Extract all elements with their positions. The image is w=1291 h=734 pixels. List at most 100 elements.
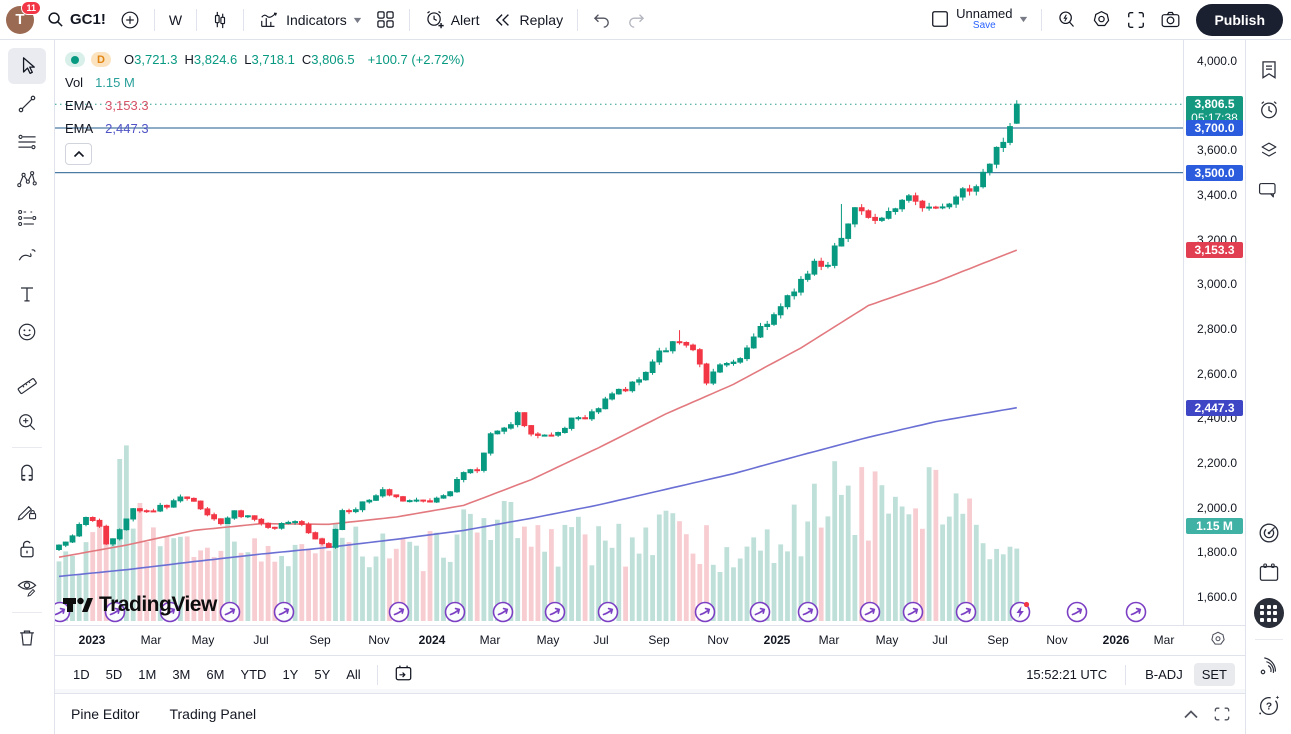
range-button-1d[interactable]: 1D [65, 662, 98, 687]
symbol-search-button[interactable]: GC1! [40, 6, 113, 33]
layout-select-button[interactable]: Unnamed Save ▼ [923, 2, 1034, 36]
symbol-name: GC1! [70, 11, 106, 28]
candle-body [650, 362, 655, 373]
news-feed-button[interactable] [1251, 648, 1287, 684]
cursor-tool-button[interactable] [8, 48, 46, 84]
rollover-marker[interactable] [494, 603, 513, 622]
hline-badge-3500[interactable]: 3,500.0 [1186, 165, 1243, 181]
ema-slow-badge[interactable]: 2,447.3 [1186, 400, 1243, 416]
apps-grid-button[interactable] [1251, 595, 1287, 631]
user-avatar[interactable]: T 11 [6, 6, 34, 34]
rollover-marker[interactable] [106, 603, 125, 622]
alert-button[interactable]: Alert [417, 4, 487, 35]
chat-button[interactable] [1251, 172, 1287, 208]
rollover-marker[interactable] [221, 603, 240, 622]
fullscreen-button[interactable] [1119, 5, 1153, 35]
rollover-event-marker[interactable] [1011, 602, 1030, 622]
brush-tool-button[interactable] [8, 238, 46, 274]
rollover-marker[interactable] [390, 603, 409, 622]
indicator-templates-button[interactable] [369, 5, 402, 34]
legend-collapse-button[interactable] [65, 143, 92, 165]
volume-badge[interactable]: 1.15 M [1186, 518, 1243, 534]
range-button-3m[interactable]: 3M [164, 662, 198, 687]
rollover-marker[interactable] [904, 603, 923, 622]
watchlist-button[interactable] [1251, 52, 1287, 88]
panel-expand-chevron-icon[interactable] [1183, 709, 1199, 719]
legend-main-row[interactable]: D O3,721.3H3,824.6L3,718.1C3,806.5 +100.… [65, 48, 465, 71]
trend-line-tool-button[interactable] [8, 86, 46, 122]
rollover-marker[interactable] [55, 603, 70, 622]
rollover-marker[interactable] [446, 603, 465, 622]
fib-retracement-tool-button[interactable] [8, 124, 46, 160]
rollover-marker[interactable] [275, 603, 294, 622]
help-button[interactable]: ? [1251, 688, 1287, 724]
legend-volume-row[interactable]: Vol 1.15 M [65, 71, 465, 94]
hide-drawings-button[interactable] [8, 569, 46, 605]
tab-pine-editor[interactable]: Pine Editor [69, 700, 141, 728]
legend-ema-slow-row[interactable]: EMA 2,447.3 [65, 117, 465, 140]
rollover-marker[interactable] [861, 603, 880, 622]
go-to-date-button[interactable] [386, 659, 421, 690]
candle-body [394, 495, 399, 497]
range-button-1m[interactable]: 1M [130, 662, 164, 687]
undo-button[interactable] [585, 7, 619, 33]
quick-search-button[interactable] [1049, 4, 1084, 35]
magnet-mode-button[interactable] [8, 455, 46, 491]
range-button-6m[interactable]: 6M [198, 662, 232, 687]
range-button-ytd[interactable]: YTD [232, 662, 274, 687]
rollover-marker[interactable] [161, 603, 180, 622]
range-button-5y[interactable]: 5Y [306, 662, 338, 687]
tab-trading-panel[interactable]: Trading Panel [167, 700, 258, 728]
remove-drawings-button[interactable] [8, 620, 46, 656]
indicators-button[interactable]: Indicators ▼ [251, 5, 369, 35]
compare-add-symbol-button[interactable] [113, 5, 147, 35]
zoom-in-tool-button[interactable] [8, 404, 46, 440]
calendar-button[interactable] [1251, 555, 1287, 591]
settings-button[interactable] [1084, 4, 1119, 35]
pattern-tool-button[interactable] [8, 162, 46, 198]
session-settlement-button[interactable]: SET [1194, 663, 1235, 686]
text-tool-button[interactable] [8, 276, 46, 312]
clock-utc[interactable]: 15:52:21 UTC [1020, 663, 1113, 686]
chart-plot-area[interactable]: D O3,721.3H3,824.6L3,718.1C3,806.5 +100.… [55, 40, 1183, 625]
time-axis[interactable]: 2023MarMayJulSepNov2024MarMayJulSepNov20… [55, 625, 1245, 655]
range-button-all[interactable]: All [338, 662, 368, 687]
rollover-marker[interactable] [546, 603, 565, 622]
axis-settings-gear-icon[interactable] [1209, 630, 1227, 651]
lock-drawings-button[interactable] [8, 531, 46, 567]
snapshot-button[interactable] [1153, 5, 1188, 34]
rollover-marker[interactable] [696, 603, 715, 622]
hline-badge-3700[interactable]: 3,700.0 [1186, 120, 1243, 136]
measure-tool-button[interactable] [8, 366, 46, 402]
rollover-marker[interactable] [957, 603, 976, 622]
rollover-marker[interactable] [799, 603, 818, 622]
back-adjust-button[interactable]: B-ADJ [1138, 663, 1190, 686]
volume-bar [252, 538, 257, 621]
ema-fast-badge[interactable]: 3,153.3 [1186, 242, 1243, 258]
range-button-5d[interactable]: 5D [98, 662, 131, 687]
drawing-mode-button[interactable] [8, 493, 46, 529]
range-button-1y[interactable]: 1Y [274, 662, 306, 687]
forecast-tool-button[interactable] [8, 200, 46, 236]
screener-radar-button[interactable] [1251, 515, 1287, 551]
chart-type-button[interactable] [204, 5, 236, 35]
rollover-marker[interactable] [751, 603, 770, 622]
volume-bar [853, 535, 858, 621]
candle-body [192, 498, 197, 501]
price-axis[interactable]: 4,000.03,600.03,400.03,200.03,000.02,800… [1183, 40, 1245, 625]
rollover-marker[interactable] [599, 603, 618, 622]
rollover-marker[interactable] [1127, 603, 1146, 622]
object-tree-button[interactable] [1251, 132, 1287, 168]
save-layout-link[interactable]: Save [973, 21, 996, 32]
rollover-marker[interactable] [1068, 603, 1087, 622]
legend-ema-fast-row[interactable]: EMA 3,153.3 [65, 94, 465, 117]
emoji-tool-button[interactable] [8, 314, 46, 350]
replay-button[interactable]: Replay [486, 6, 570, 34]
redo-button[interactable] [619, 7, 653, 33]
publish-button[interactable]: Publish [1196, 4, 1283, 36]
volume-bar [185, 536, 190, 621]
panel-maximize-icon[interactable] [1213, 706, 1231, 722]
time-tick: Mar [819, 633, 840, 647]
alerts-panel-button[interactable] [1251, 92, 1287, 128]
interval-button[interactable]: W [162, 7, 189, 33]
